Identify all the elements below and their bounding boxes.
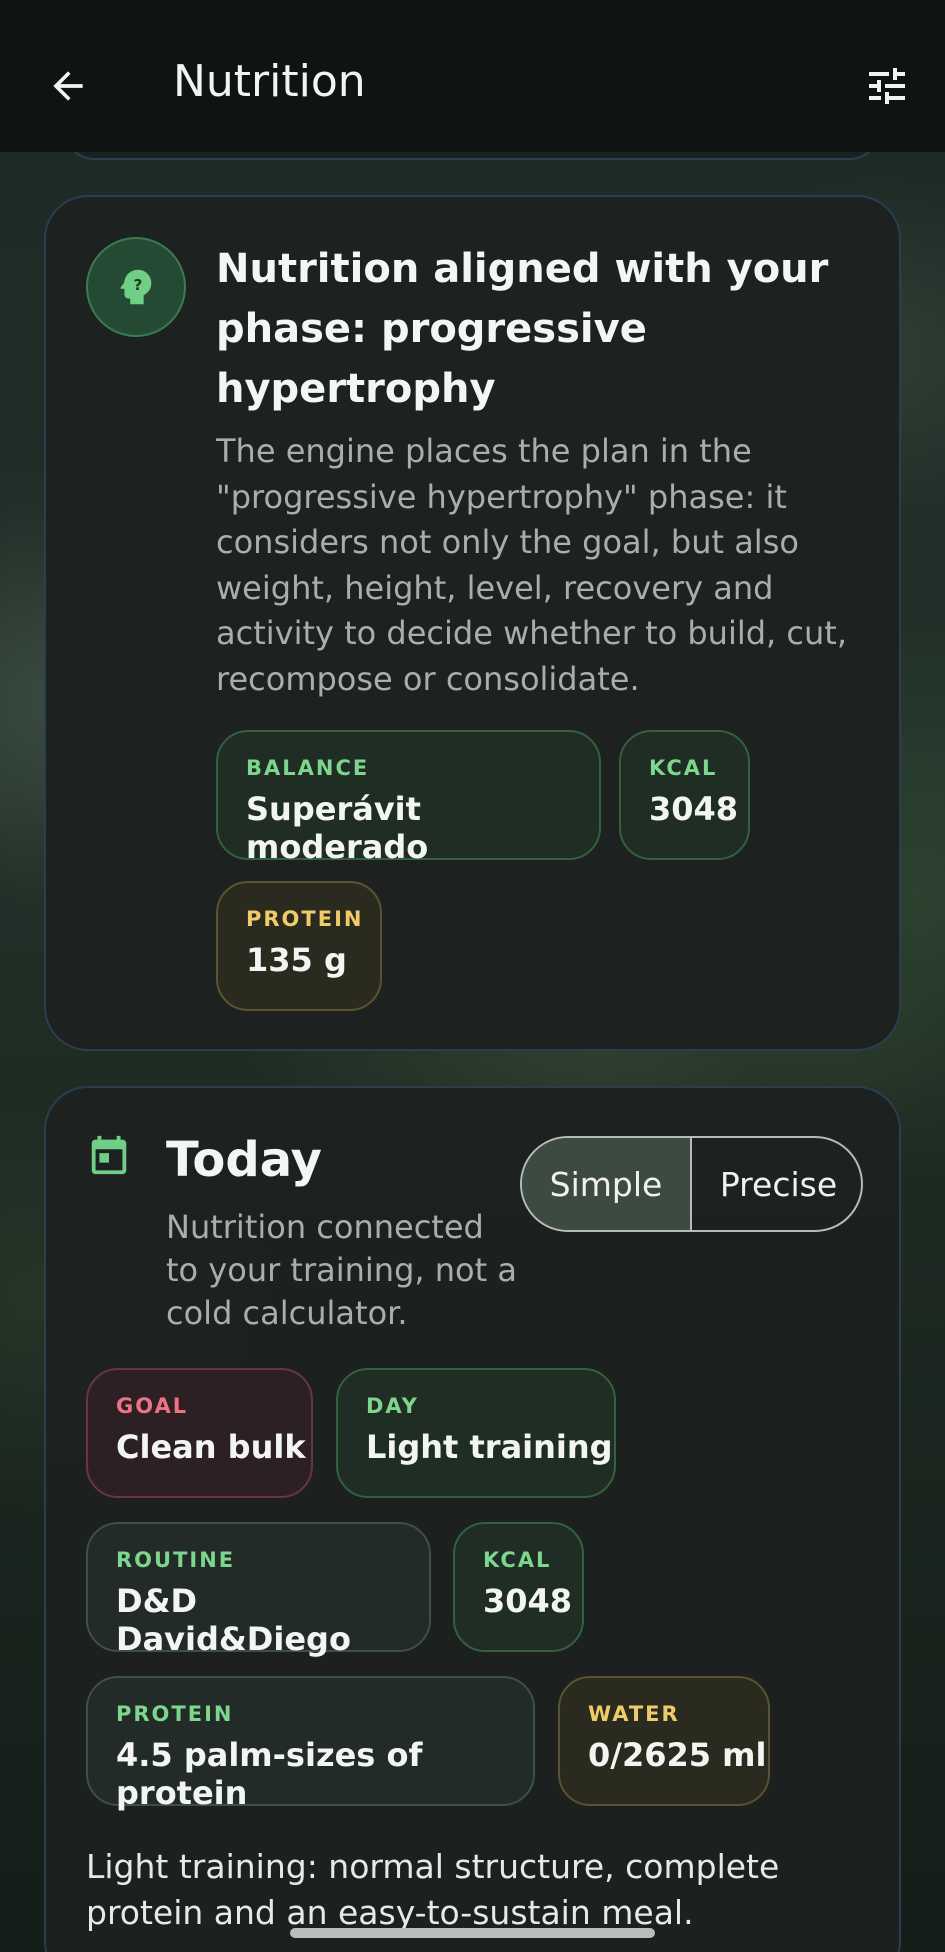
kcal-label: KCAL (649, 756, 718, 780)
day-label: DAY (366, 1394, 419, 1418)
phase-title: Nutrition aligned with your phase: progr… (216, 246, 829, 412)
water-value: 0/2625 ml (588, 1736, 767, 1774)
goal-chip: GOAL Clean bulk (86, 1368, 313, 1498)
back-button[interactable] (40, 58, 96, 114)
balance-label: BALANCE (246, 756, 370, 780)
balance-value: Superávit moderado (246, 790, 429, 866)
today-subtitle: Nutrition connected to your training, no… (166, 1208, 517, 1332)
routine-chip: ROUTINE D&D David&Diego (86, 1522, 431, 1658)
sliders-icon (869, 68, 905, 104)
kcal-chip: KCAL 3048 (619, 730, 750, 860)
today-protein-value: 4.5 palm-sizes of protein (116, 1736, 423, 1812)
svg-text:?: ? (133, 276, 142, 294)
day-chip: DAY Light training (336, 1368, 616, 1498)
today-kcal-value: 3048 (483, 1582, 573, 1620)
today-protein-chip: PROTEIN 4.5 palm-sizes of protein (86, 1676, 535, 1812)
today-note: Light training: normal structure, comple… (86, 1847, 780, 1932)
kcal-value: 3048 (649, 790, 739, 828)
protein-chip: PROTEIN 135 g (216, 881, 382, 1011)
today-kcal-chip: KCAL 3048 (453, 1522, 584, 1652)
routine-value: D&D David&Diego (116, 1582, 351, 1658)
home-indicator[interactable] (290, 1928, 655, 1938)
help-head-icon: ? (120, 269, 152, 305)
balance-chip: BALANCE Superávit moderado (216, 730, 601, 866)
filter-button[interactable] (859, 58, 915, 114)
today-title: Today (166, 1132, 322, 1188)
nutrition-screen: Nutrition ? Nutrition aligned with your … (0, 0, 945, 1952)
water-chip: WATER 0/2625 ml (558, 1676, 770, 1806)
water-label: WATER (588, 1702, 680, 1726)
phase-description: The engine places the plan in the "progr… (216, 432, 847, 698)
day-value: Light training (366, 1428, 613, 1466)
top-app-bar: Nutrition (0, 0, 945, 152)
today-kcal-label: KCAL (483, 1548, 552, 1572)
routine-label: ROUTINE (116, 1548, 236, 1572)
goal-label: GOAL (116, 1394, 189, 1418)
phase-card: ? Nutrition aligned with your phase: pro… (44, 195, 901, 1051)
today-protein-label: PROTEIN (116, 1702, 234, 1726)
page-title: Nutrition (173, 56, 366, 107)
calendar-icon (91, 1135, 127, 1175)
mode-toggle: Simple Precise (520, 1136, 863, 1232)
phase-icon-badge: ? (86, 237, 186, 337)
protein-value: 135 g (246, 941, 347, 979)
today-card: Today Nutrition connected to your traini… (44, 1086, 901, 1952)
arrow-left-icon (53, 71, 83, 101)
protein-label: PROTEIN (246, 907, 364, 931)
goal-value: Clean bulk (116, 1428, 306, 1466)
mode-simple-option[interactable]: Simple (522, 1138, 692, 1230)
mode-precise-option[interactable]: Precise (692, 1138, 861, 1230)
